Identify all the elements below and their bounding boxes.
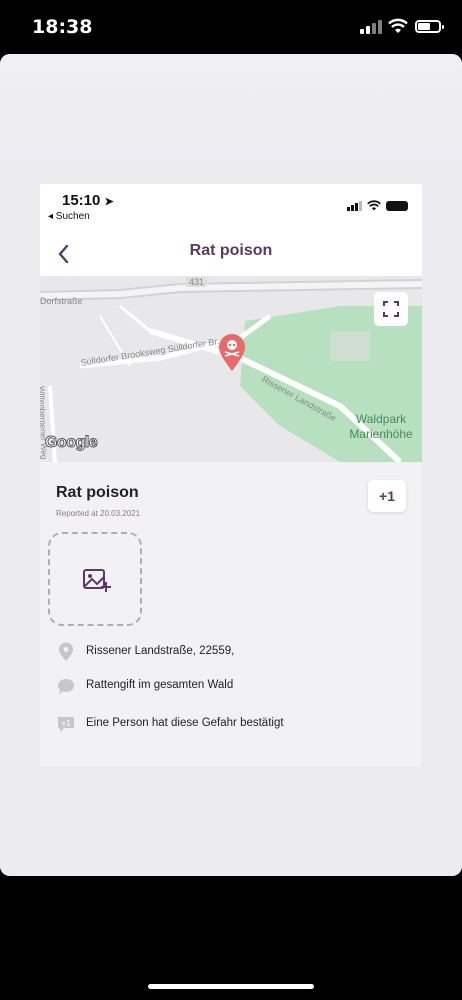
outer-status-bar: 18:38 xyxy=(0,0,462,54)
inner-status-bar: 15:10 ➤ ◂ Suchen xyxy=(40,184,422,232)
cellular-signal-icon xyxy=(347,201,362,211)
confirmations-text: Eine Person hat diese Gefahr bestätigt xyxy=(86,717,284,729)
confirmations-row: +1 Eine Person hat diese Gefahr bestätig… xyxy=(56,714,406,734)
location-arrow-icon: ➤ xyxy=(104,196,114,208)
hazard-map-marker[interactable] xyxy=(217,334,247,372)
map-view[interactable]: Dorfstraße 431 Sülldorfer Brooksweg Süll… xyxy=(40,276,422,462)
hazard-title: Rat poison xyxy=(56,484,139,501)
map-label-road-number: 431 xyxy=(186,277,208,287)
hazard-detail-panel: Rat poison Reported at 20.03.2021 +1 Ris… xyxy=(40,462,422,766)
fullscreen-icon xyxy=(383,301,399,317)
fullscreen-button[interactable] xyxy=(374,292,408,326)
outer-clock: 18:38 xyxy=(32,16,93,38)
comment-text: Rattengift im gesamten Wald xyxy=(86,679,234,691)
map-label-dorfstrasse: Dorfstraße xyxy=(40,296,83,306)
map-label-park: Waldpark Marienhöhe xyxy=(349,412,413,441)
back-chevron-icon[interactable] xyxy=(52,240,76,268)
reported-date: Reported at 20.03.2021 xyxy=(56,509,141,518)
address-text: Rissener Landstraße, 22559, xyxy=(86,645,235,657)
battery-icon xyxy=(415,20,444,33)
confirm-hazard-button[interactable]: +1 xyxy=(368,480,406,512)
battery-icon xyxy=(386,201,408,211)
wifi-icon xyxy=(367,200,381,211)
add-image-icon xyxy=(83,569,111,592)
plus-one-chat-icon: +1 xyxy=(58,717,74,732)
svg-text:+1: +1 xyxy=(61,719,71,728)
nav-bar: Rat poison xyxy=(40,232,422,276)
inner-clock: 15:10 ➤ xyxy=(62,192,114,209)
page-title: Rat poison xyxy=(189,242,273,259)
back-to-app-link[interactable]: ◂ Suchen xyxy=(48,211,90,222)
inner-app-screenshot: 15:10 ➤ ◂ Suchen Rat poison Dorfstraße 4… xyxy=(40,184,422,766)
add-photo-button[interactable] xyxy=(48,532,142,626)
location-pin-icon xyxy=(59,642,73,661)
google-logo: Google xyxy=(44,434,98,452)
home-indicator[interactable] xyxy=(148,984,314,989)
address-row: Rissener Landstraße, 22559, xyxy=(56,642,406,662)
wifi-icon xyxy=(388,18,408,33)
cellular-signal-icon xyxy=(360,20,382,34)
screenshot-viewer: 15:10 ➤ ◂ Suchen Rat poison Dorfstraße 4… xyxy=(0,54,462,876)
comment-row: Rattengift im gesamten Wald xyxy=(56,676,406,696)
speech-bubble-icon xyxy=(58,679,74,694)
